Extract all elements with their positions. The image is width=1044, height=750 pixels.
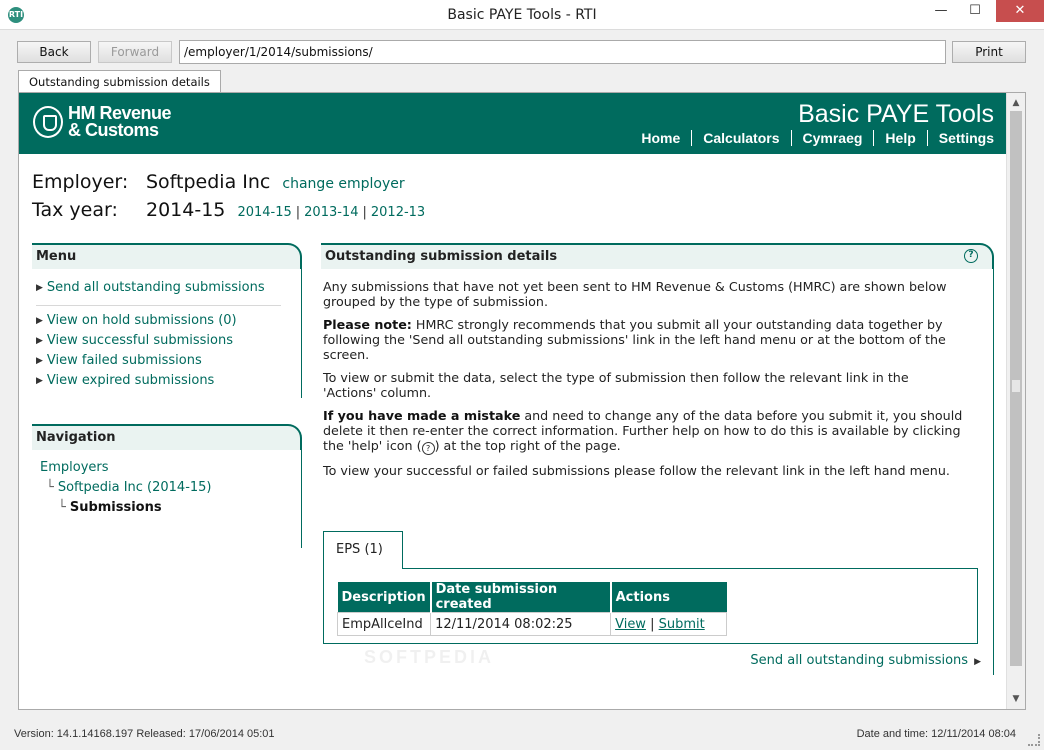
arrow-right-icon: ▶ — [36, 336, 43, 346]
header-date: Date submission created — [430, 582, 612, 613]
address-field[interactable]: /employer/1/2014/submissions/ — [179, 40, 946, 64]
year-link-2012-13[interactable]: 2012-13 — [371, 205, 425, 220]
nav-tree-employers[interactable]: Employers — [40, 460, 109, 475]
forward-button[interactable]: Forward — [98, 41, 172, 63]
nav-calculators[interactable]: Calculators — [692, 130, 792, 146]
scroll-up-icon[interactable]: ▲ — [1007, 95, 1025, 111]
hmrc-banner: HM Revenue & Customs Basic PAYE Tools Ho… — [19, 93, 1006, 154]
employer-name: Softpedia Inc — [146, 171, 271, 193]
menu-panel: Menu ▶ Send all outstanding submissions ▶… — [32, 243, 302, 398]
menu-view-failed[interactable]: ▶ View failed submissions — [32, 352, 301, 372]
cell-date: 12/11/2014 08:02:25 — [430, 612, 612, 636]
menu-view-successful[interactable]: ▶ View successful submissions — [32, 332, 301, 352]
date-time: Date and time: 12/11/2014 08:04 — [856, 728, 1016, 740]
hmrc-logo: HM Revenue & Customs — [68, 104, 172, 140]
menu-send-all[interactable]: ▶ Send all outstanding submissions — [32, 279, 301, 299]
help-icon-inline: ? — [421, 442, 435, 455]
arrow-right-icon: ▶ — [36, 316, 43, 326]
submissions-table: Description Date submission created Acti… — [336, 582, 728, 636]
change-employer-link[interactable]: change employer — [282, 176, 404, 192]
nav-settings[interactable]: Settings — [928, 130, 994, 146]
watermark: SOFTPEDIA — [364, 647, 495, 667]
tax-year-row: Tax year: 2014-15 2014-15 | 2013-14 | 2012-13 — [32, 199, 426, 221]
status-bar: Version: 14.1.14168.197 Released: 17/06/… — [0, 722, 1044, 750]
submit-link[interactable]: Submit — [659, 617, 705, 632]
nav-help[interactable]: Help — [874, 130, 928, 146]
eps-tab-panel: Description Date submission created Acti… — [323, 568, 978, 644]
nav-cymraeg[interactable]: Cymraeg — [792, 130, 875, 146]
intro-paragraph: Any submissions that have not yet been s… — [323, 279, 947, 309]
scroll-grip — [1012, 380, 1020, 392]
logo-line-2: & Customs — [68, 120, 159, 140]
year-link-2013-14[interactable]: 2013-14 — [304, 205, 358, 220]
page-content: HM Revenue & Customs Basic PAYE Tools Ho… — [19, 93, 1006, 709]
tab-outstanding-submissions[interactable]: Outstanding submission details — [18, 70, 221, 93]
title-bar: RTI Basic PAYE Tools - RTI — ☐ ✕ — [0, 0, 1044, 30]
arrow-right-icon: ▶ — [36, 283, 43, 293]
table-row: EmpAllceInd 12/11/2014 08:02:25 View | S… — [336, 612, 728, 636]
mistake-paragraph: If you have made a mistake and need to c… — [323, 408, 963, 455]
arrow-right-icon: ▶ — [974, 657, 981, 667]
view-link[interactable]: View — [615, 617, 646, 632]
header-description: Description — [337, 582, 432, 613]
history-paragraph: To view your successful or failed submis… — [323, 463, 950, 478]
nav-tree-current: Submissions — [69, 500, 162, 515]
header-actions: Actions — [610, 582, 727, 613]
year-link-2014-15[interactable]: 2014-15 — [237, 205, 291, 220]
banner-title: Basic PAYE Tools — [798, 100, 994, 128]
send-all-bottom-link[interactable]: Send all outstanding submissions ▶ — [750, 653, 981, 668]
menu-title: Menu — [32, 243, 302, 269]
menu-view-on-hold[interactable]: ▶ View on hold submissions (0) — [32, 312, 301, 332]
resize-grip-icon[interactable] — [1028, 734, 1040, 746]
navigation-title: Navigation — [32, 424, 302, 450]
main-panel: Outstanding submission details ? Any sub… — [321, 243, 994, 675]
tax-year-value: 2014-15 — [146, 199, 226, 221]
tree-branch-icon: └ — [46, 480, 54, 495]
menu-view-expired[interactable]: ▶ View expired submissions — [32, 372, 301, 392]
instructions-paragraph: To view or submit the data, select the t… — [323, 370, 909, 400]
arrow-right-icon: ▶ — [36, 356, 43, 366]
cell-description: EmpAllceInd — [336, 612, 432, 636]
tax-year-label: Tax year: — [32, 199, 118, 221]
banner-nav: Home Calculators Cymraeg Help Settings — [630, 130, 994, 146]
tab-strip: Outstanding submission details — [0, 70, 1044, 93]
version-info: Version: 14.1.14168.197 Released: 17/06/… — [14, 728, 275, 740]
minimize-button[interactable]: — — [924, 0, 958, 22]
tree-branch-icon: └ — [58, 500, 66, 515]
nav-tree-employer[interactable]: Softpedia Inc (2014-15) — [58, 480, 212, 495]
print-button[interactable]: Print — [952, 41, 1026, 63]
vertical-scrollbar[interactable]: ▲ ▼ — [1006, 93, 1025, 709]
main-title: Outstanding submission details — [325, 249, 558, 264]
window-title: Basic PAYE Tools - RTI — [447, 7, 597, 23]
content-frame: HM Revenue & Customs Basic PAYE Tools Ho… — [18, 92, 1026, 710]
employer-label: Employer: — [32, 171, 129, 193]
toolbar: Back Forward /employer/1/2014/submission… — [0, 30, 1044, 70]
close-button[interactable]: ✕ — [996, 0, 1044, 22]
menu-divider — [36, 305, 281, 306]
employer-row: Employer: Softpedia Inc change employer — [32, 171, 405, 193]
tab-eps[interactable]: EPS (1) — [323, 531, 403, 569]
note-paragraph: Please note: HMRC strongly recommends th… — [323, 317, 946, 362]
nav-home[interactable]: Home — [630, 130, 693, 146]
back-button[interactable]: Back — [17, 41, 91, 63]
maximize-button[interactable]: ☐ — [958, 0, 992, 22]
crown-crest-icon — [33, 106, 63, 138]
help-icon[interactable]: ? — [964, 249, 978, 263]
arrow-right-icon: ▶ — [36, 376, 43, 386]
navigation-panel: Navigation Employers └ Softpedia Inc (201… — [32, 424, 302, 548]
cell-actions: View | Submit — [610, 612, 728, 636]
scroll-down-icon[interactable]: ▼ — [1007, 691, 1025, 707]
